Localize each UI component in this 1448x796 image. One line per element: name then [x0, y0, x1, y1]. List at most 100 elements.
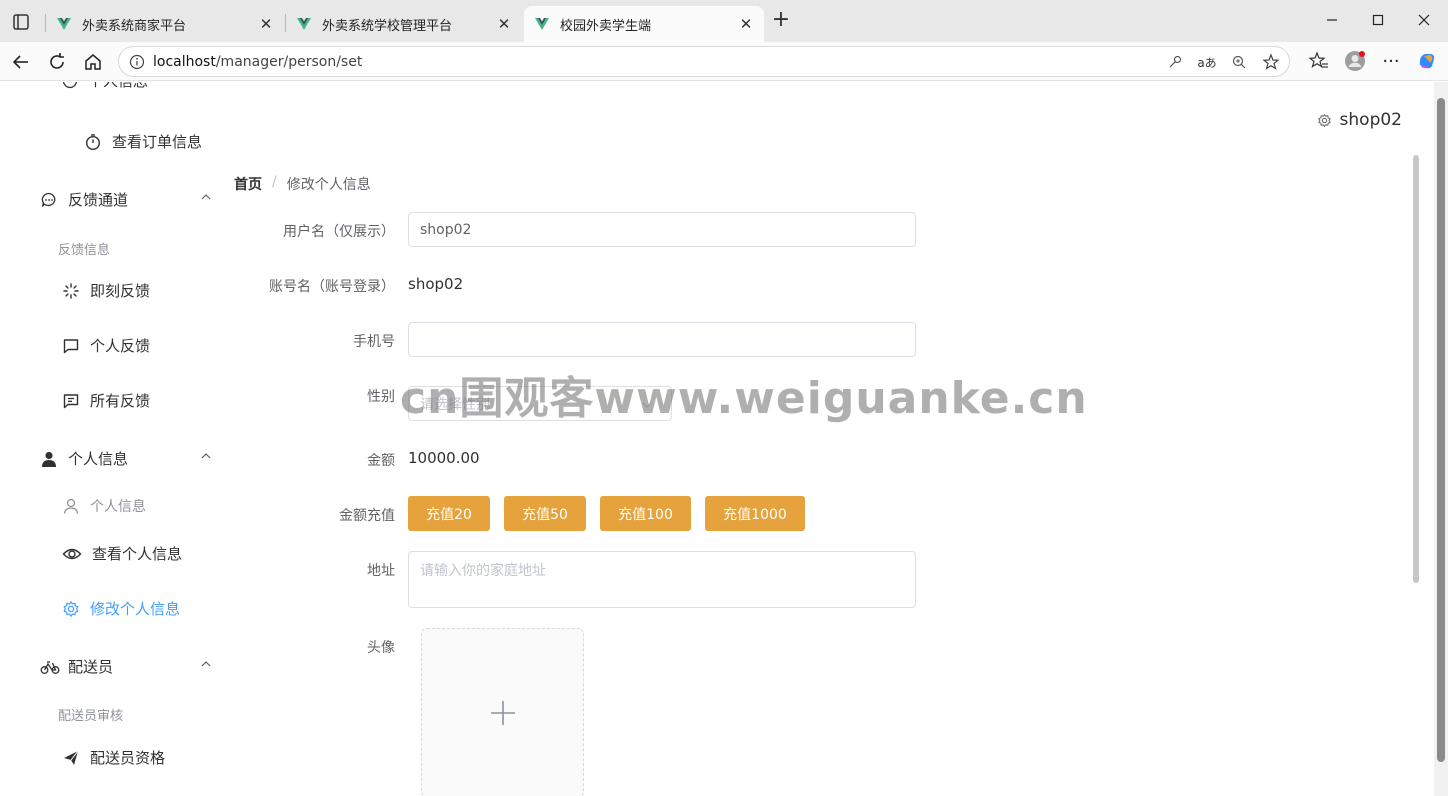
profile-avatar-icon[interactable] [1344, 50, 1366, 72]
address-placeholder: 请输入你的家庭地址 [420, 563, 546, 579]
url-path: /manager/person/set [215, 53, 363, 70]
sidebar-group-label: 个人信息 [68, 450, 129, 468]
loading-icon [63, 282, 79, 299]
favorite-star-icon[interactable] [1261, 52, 1281, 72]
sidebar-item-courier-qualification[interactable]: 配送员资格 [62, 747, 165, 768]
sidebar-item-all-feedback[interactable]: 所有反馈 [62, 390, 150, 411]
recharge-100-button[interactable]: 充值100 [600, 496, 691, 531]
sidebar-item-personal-feedback[interactable]: 个人反馈 [62, 335, 150, 356]
zoom-icon[interactable] [1229, 52, 1249, 72]
favorites-icon[interactable] [1308, 50, 1330, 72]
sidebar-item-instant-feedback[interactable]: 即刻反馈 [62, 280, 150, 301]
minimize-icon[interactable] [1322, 10, 1342, 30]
sidebar-item-view-personal[interactable]: 查看个人信息 [62, 543, 182, 564]
close-icon[interactable]: ✕ [258, 15, 274, 33]
recharge-20-button[interactable]: 充值20 [408, 496, 490, 531]
chevron-up-icon [201, 453, 211, 459]
browser-tab-2[interactable]: 外卖系统学校管理平台 ✕ [286, 6, 522, 42]
sidebar-item-label: 所有反馈 [90, 392, 151, 410]
close-icon[interactable]: ✕ [738, 15, 754, 33]
sidebar-item-label: 查看订单信息 [112, 133, 203, 151]
browser-tab-1[interactable]: 外卖系统商家平台 ✕ [46, 6, 284, 42]
chat-dots-icon [41, 192, 56, 207]
avatar-uploader[interactable] [421, 628, 584, 796]
breadcrumb: 首页 / 修改个人信息 [234, 174, 371, 194]
sidebar-item-personal-info-heading: 个人信息 [62, 496, 146, 516]
page-scrollbar-track[interactable] [1434, 82, 1448, 796]
plus-icon [490, 701, 515, 725]
username-input[interactable]: shop02 [408, 212, 916, 247]
sidebar-item-label: 配送员资格 [90, 749, 166, 767]
window-close-icon[interactable] [1414, 10, 1434, 30]
reload-icon[interactable] [45, 50, 69, 74]
balance-value: 10000.00 [408, 449, 480, 467]
tab-title: 校园外卖学生端 [560, 18, 652, 34]
chat-lines-icon [63, 393, 79, 408]
sidebar-item-label: 个人信息 [88, 82, 148, 91]
new-tab-button[interactable]: + [770, 9, 792, 32]
header-username: shop02 [1339, 110, 1402, 130]
tab-actions-icon[interactable] [10, 11, 32, 33]
sidebar-item-view-orders[interactable]: 查看订单信息 [84, 131, 202, 152]
sidebar-item-label: 个人信息 [90, 499, 146, 515]
back-icon[interactable] [9, 50, 33, 74]
sidebar-item-label: 即刻反馈 [90, 282, 151, 300]
browser-toolbar: localhost/manager/person/set aあ ··· [0, 42, 1448, 81]
clock-icon [63, 82, 77, 88]
sidebar-item-label: 查看个人信息 [92, 545, 183, 563]
tab-title: 外卖系统学校管理平台 [322, 18, 453, 34]
sidebar-subheading: 配送员审核 [58, 709, 124, 724]
content-scrollbar[interactable] [1413, 155, 1419, 583]
watermark: cn围观客www.weiguanke.cn [400, 373, 1088, 424]
address-textarea[interactable]: 请输入你的家庭地址 [408, 551, 916, 608]
close-icon[interactable]: ✕ [496, 15, 512, 33]
page-scrollbar-thumb[interactable] [1437, 98, 1445, 762]
phone-label: 手机号 [353, 334, 395, 350]
recharge-50-button[interactable]: 充值50 [504, 496, 586, 531]
header-user-menu[interactable]: shop02 [1317, 110, 1402, 130]
chevron-up-icon [201, 661, 211, 667]
read-aloud-icon[interactable]: aあ [1197, 52, 1217, 72]
breadcrumb-current: 修改个人信息 [286, 177, 371, 193]
sidebar: 个人信息 查看订单信息 反馈通道 反馈信息 即刻反馈 个人反馈 所有反馈 个人信… [0, 82, 225, 796]
sidebar-item-edit-personal[interactable]: 修改个人信息 [62, 598, 180, 619]
gender-label: 性别 [367, 389, 395, 405]
url-text: localhost/manager/person/set [153, 54, 362, 70]
tab-title: 外卖系统商家平台 [82, 18, 187, 34]
account-value: shop02 [408, 275, 464, 293]
promotion-icon [64, 750, 79, 765]
browser-tab-3[interactable]: 校园外卖学生端 ✕ [524, 6, 764, 42]
recharge-label: 金额充值 [339, 508, 395, 524]
copilot-icon[interactable] [1416, 50, 1438, 72]
recharge-1000-button[interactable]: 充值1000 [705, 496, 805, 531]
password-key-icon[interactable] [1165, 52, 1185, 72]
eye-icon [62, 548, 82, 559]
sidebar-group-personal[interactable]: 个人信息 [40, 448, 212, 469]
sidebar-item-personal-partial[interactable]: 个人信息 [62, 82, 148, 91]
gear-icon [63, 600, 79, 617]
page-viewport: 个人信息 查看订单信息 反馈通道 反馈信息 即刻反馈 个人反馈 所有反馈 个人信… [0, 82, 1448, 796]
vue-favicon-icon [535, 18, 549, 30]
vue-favicon-icon [57, 18, 71, 30]
sidebar-item-label: 修改个人信息 [90, 600, 181, 618]
address-label: 地址 [367, 563, 395, 579]
username-value: shop02 [420, 221, 472, 238]
more-menu-icon[interactable]: ··· [1380, 50, 1402, 72]
home-icon[interactable] [81, 50, 105, 74]
browser-tabbar: 外卖系统商家平台 ✕ 外卖系统学校管理平台 ✕ 校园外卖学生端 ✕ + [0, 0, 1448, 42]
sidebar-item-label: 个人反馈 [90, 337, 151, 355]
user-icon [63, 498, 79, 514]
user-filled-icon [42, 451, 56, 467]
sidebar-group-label: 配送员 [68, 658, 114, 676]
account-label: 账号名（账号登录） [269, 279, 395, 295]
address-bar[interactable]: localhost/manager/person/set aあ [118, 46, 1290, 77]
sidebar-group-courier[interactable]: 配送员 [40, 656, 212, 677]
breadcrumb-separator: / [272, 174, 277, 190]
site-info-icon[interactable] [129, 54, 145, 70]
chat-square-icon [63, 338, 79, 353]
phone-input[interactable] [408, 322, 916, 357]
sidebar-group-feedback[interactable]: 反馈通道 [40, 189, 212, 210]
breadcrumb-home[interactable]: 首页 [234, 174, 262, 194]
maximize-icon[interactable] [1368, 10, 1388, 30]
url-host: localhost [153, 53, 216, 70]
